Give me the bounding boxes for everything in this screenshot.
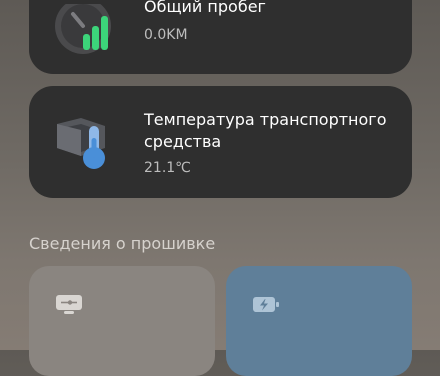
mileage-card[interactable]: Общий пробег 0.0KM [29,0,412,74]
vehicle-temperature-title-line1: Температура транспортного [144,110,387,129]
firmware-section-title: Сведения о прошивке [29,234,216,253]
mileage-value: 0.0KM [144,27,188,43]
vehicle-temperature-card[interactable]: Температура транспортного средства 21.1℃ [29,86,412,198]
thermometer-icon [53,112,113,178]
vehicle-temperature-title: Температура транспортного средства [144,109,387,153]
speedometer-icon [53,0,127,66]
mileage-title: Общий пробег [144,0,266,16]
firmware-info-tile[interactable] [29,266,215,376]
battery-info-tile[interactable] [226,266,412,376]
monitor-icon [55,294,83,316]
vehicle-temperature-value: 21.1℃ [144,160,191,176]
vehicle-temperature-title-line2: средства [144,132,222,151]
battery-charging-icon [252,294,280,316]
